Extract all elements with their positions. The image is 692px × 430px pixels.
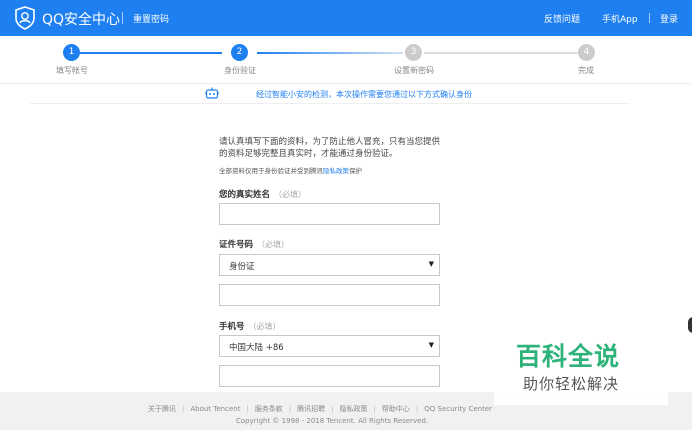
phone-label-text: 手机号 (219, 322, 245, 332)
phone-region-select[interactable]: 中国大陆 +86 ▼ (219, 335, 440, 357)
footer-link-about-en[interactable]: About Tencent (190, 405, 240, 413)
footer-link-privacy[interactable]: 隐私政策 (340, 405, 368, 413)
top-bar: QQ安全中心 重置密码 反馈问题 手机App 登录 (0, 0, 692, 36)
footer-link-help[interactable]: 帮助中心 (382, 405, 410, 413)
watermark: 百科全说 助你轻松解决 (494, 333, 668, 405)
privacy-policy-link[interactable]: 隐私政策 (323, 167, 349, 175)
login-link[interactable]: 登录 (660, 12, 678, 25)
footer-link-about-cn[interactable]: 关于腾讯 (148, 405, 176, 413)
id-label: 证件号码 （必填） (219, 238, 289, 250)
qq-shield-logo-icon[interactable] (14, 6, 36, 30)
phone-required-hint: （必填） (248, 322, 281, 331)
mobile-app-link[interactable]: 手机App (602, 12, 638, 25)
robot-assistant-icon (205, 87, 219, 99)
footer-link-careers[interactable]: 腾讯招聘 (297, 405, 325, 413)
page-title: 重置密码 (133, 15, 170, 25)
intro-line-2: 的资料足够完整且真实时，才能通过身份验证。 (219, 149, 398, 159)
dropdown-arrow-icon: ▼ (428, 260, 434, 268)
form-intro: 请认真填写下面的资料，为了防止他人冒充，只有当您提供 的资料足够完整且真实时，才… (219, 136, 444, 160)
id-type-select[interactable]: 身份证 ▼ (219, 254, 440, 276)
nav-divider (649, 13, 650, 23)
dropdown-arrow-icon: ▼ (428, 341, 434, 349)
footer-links: 关于腾讯 | About Tencent | 服务条款 | 腾讯招聘 | 隐私政策 | 帮助中心 | Q… (148, 405, 493, 413)
step-3-circle: 3 (405, 44, 422, 61)
phone-region-value: 中国大陆 +86 (229, 343, 284, 353)
footer-link-terms[interactable]: 服务条款 (255, 405, 283, 413)
id-required-hint: （必填） (257, 240, 290, 249)
real-name-input[interactable] (219, 203, 440, 225)
watermark-subtitle: 助你轻松解决 (523, 375, 620, 393)
step-4-circle: 4 (578, 44, 595, 61)
step-connector-1-2 (80, 52, 222, 54)
watermark-title: 百科全说 (516, 342, 621, 371)
step-2-circle: 2 (231, 44, 248, 61)
step-connector-3-4 (424, 52, 578, 54)
phone-label: 手机号 （必填） (219, 320, 281, 332)
step-1-label: 填写帐号 (56, 66, 88, 75)
privacy-note: 全部资料仅用于身份验证并受到腾讯隐私政策保护 (219, 165, 362, 175)
feedback-link[interactable]: 反馈问题 (544, 12, 580, 25)
step-4-label: 完成 (578, 66, 594, 75)
id-label-text: 证件号码 (219, 240, 254, 250)
step-3-label: 设置新密码 (394, 66, 434, 75)
verification-notice: 经过智能小安的检测，本次操作需要您通过以下方式确认身份 (30, 84, 630, 104)
copyright: Copyright © 1998 - 2018 Tencent. All Rig… (236, 417, 429, 425)
phone-number-input[interactable] (219, 365, 440, 387)
privacy-suffix: 保护 (349, 167, 362, 175)
brand-divider (122, 12, 123, 24)
id-number-input[interactable] (219, 284, 440, 306)
privacy-prefix: 全部资料仅用于身份验证并受到腾讯 (219, 167, 323, 175)
intro-line-1: 请认真填写下面的资料，为了防止他人冒充，只有当您提供 (219, 137, 441, 147)
footer-link-security-center[interactable]: QQ Security Center (424, 405, 492, 413)
name-required-hint: （必填） (274, 190, 307, 199)
brand-title[interactable]: QQ安全中心 (42, 9, 120, 29)
step-2-label: 身份验证 (224, 66, 256, 75)
step-connector-2-3 (257, 52, 403, 54)
floating-help-tab[interactable] (688, 317, 692, 333)
name-label: 您的真实姓名 （必填） (219, 188, 306, 200)
id-type-value: 身份证 (229, 262, 255, 272)
notice-text: 经过智能小安的检测，本次操作需要您通过以下方式确认身份 (256, 90, 472, 99)
step-progress: 1 2 3 4 填写帐号 身份验证 设置新密码 完成 (0, 36, 692, 84)
step-1-circle: 1 (63, 44, 80, 61)
name-label-text: 您的真实姓名 (219, 190, 271, 200)
